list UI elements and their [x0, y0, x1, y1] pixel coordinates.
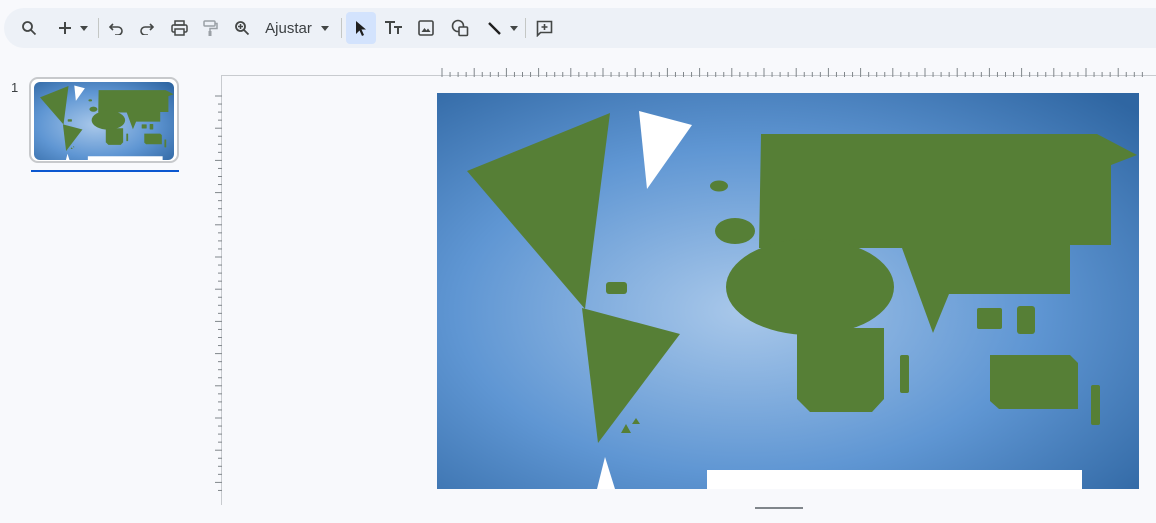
toolbar-divider	[341, 18, 342, 38]
undo-button[interactable]	[105, 8, 127, 48]
zoom-button[interactable]	[231, 8, 253, 48]
redo-icon	[140, 23, 155, 35]
toolbar-divider	[98, 18, 99, 38]
thumbnail-selection-indicator	[31, 170, 179, 172]
add-icon	[59, 22, 71, 34]
toolbar: Ajustar	[4, 8, 1156, 48]
vertical-ruler	[215, 95, 222, 491]
slide-thumbnail-preview	[34, 82, 174, 160]
select-tool-button[interactable]	[346, 12, 376, 44]
toolbar-divider	[525, 18, 526, 38]
text-box-button[interactable]	[381, 8, 405, 48]
image-icon	[418, 20, 434, 36]
search-icon	[22, 21, 37, 36]
horizontal-ruler	[441, 68, 1143, 77]
new-comment-button[interactable]	[531, 8, 557, 48]
slide-canvas[interactable]	[437, 93, 1139, 489]
insert-image-button[interactable]	[414, 8, 438, 48]
horizontal-scrollbar[interactable]	[755, 507, 803, 509]
print-icon	[170, 20, 188, 36]
redo-button[interactable]	[136, 8, 158, 48]
chevron-down-icon	[320, 25, 329, 31]
search-menus-button[interactable]	[16, 8, 42, 48]
zoom-icon	[235, 21, 250, 36]
select-icon	[356, 20, 366, 36]
undo-icon	[108, 23, 123, 35]
chevron-down-icon	[509, 25, 518, 31]
print-button[interactable]	[168, 8, 190, 48]
zoom-select[interactable]: Ajustar	[262, 8, 332, 48]
line-icon	[487, 21, 501, 35]
slide-number: 1	[11, 80, 19, 95]
paint-format-button[interactable]	[199, 8, 221, 48]
new-comment-icon	[536, 20, 552, 37]
shape-icon	[451, 19, 469, 37]
zoom-label: Ajustar	[265, 19, 312, 37]
line-tool-button[interactable]	[481, 8, 523, 48]
text-box-icon	[384, 21, 402, 34]
shape-button[interactable]	[447, 8, 473, 48]
chevron-down-icon	[80, 25, 88, 31]
slide-thumbnail[interactable]	[29, 77, 179, 163]
new-slide-button[interactable]	[52, 8, 94, 48]
paint-format-icon	[203, 19, 218, 36]
